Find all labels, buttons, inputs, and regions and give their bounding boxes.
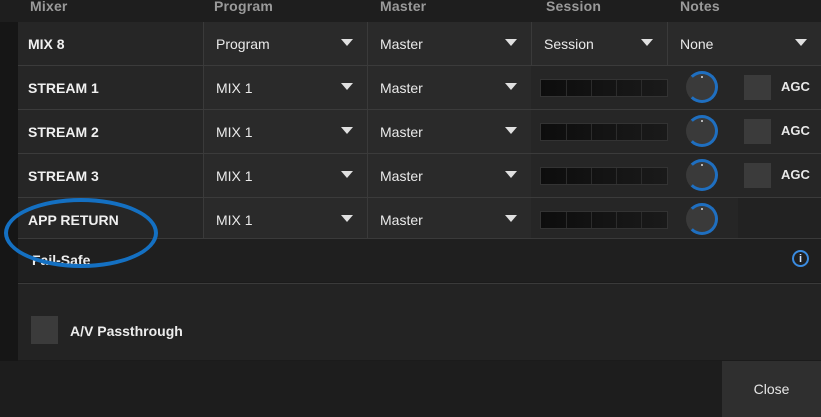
- audio-output-dialog: Mixer Program Master Session Notes MIX 8…: [0, 0, 821, 417]
- extra-dropdown[interactable]: None: [667, 22, 821, 65]
- chevron-down-icon: [341, 83, 353, 90]
- passthrough-section: A/V Passthrough: [18, 283, 821, 360]
- gain-knob[interactable]: [686, 203, 718, 235]
- source-value: MIX 1: [216, 79, 253, 96]
- source-dropdown[interactable]: MIX 1: [203, 66, 367, 109]
- chevron-down-icon: [505, 215, 517, 222]
- gain-knob[interactable]: [686, 71, 718, 103]
- failsafe-label: Fail-Safe: [32, 252, 91, 268]
- source-value: MIX 1: [216, 167, 253, 184]
- bus-dropdown[interactable]: Master: [367, 22, 531, 65]
- chevron-down-icon: [641, 39, 653, 46]
- mode-dropdown[interactable]: Session: [531, 22, 667, 65]
- row-name: STREAM 2: [28, 123, 99, 140]
- bus-value: Master: [380, 79, 423, 96]
- agc-checkbox[interactable]: [744, 75, 771, 100]
- agc-label: AGC: [781, 123, 810, 138]
- source-dropdown[interactable]: MIX 1: [203, 198, 367, 241]
- column-header-mixer: Mixer: [30, 0, 68, 14]
- source-value: MIX 1: [216, 123, 253, 140]
- info-icon[interactable]: i: [792, 250, 809, 267]
- row-name: STREAM 3: [28, 167, 99, 184]
- chevron-down-icon: [505, 127, 517, 134]
- level-meter: [540, 211, 668, 229]
- bus-dropdown[interactable]: Master: [367, 110, 531, 153]
- passthrough-checkbox[interactable]: [31, 316, 58, 344]
- level-meter: [540, 79, 668, 97]
- source-value: MIX 1: [216, 211, 253, 228]
- level-meter: [540, 123, 668, 141]
- bus-dropdown[interactable]: Master: [367, 198, 531, 241]
- table-row: APP RETURN MIX 1 Master: [18, 198, 821, 241]
- gain-knob[interactable]: [686, 159, 718, 191]
- dialog-footer: [0, 361, 821, 417]
- agc-checkbox[interactable]: [744, 163, 771, 188]
- level-meter: [540, 167, 668, 185]
- column-header-notes: Notes: [680, 0, 720, 14]
- source-dropdown[interactable]: Program: [203, 22, 367, 65]
- agc-checkbox[interactable]: [744, 119, 771, 144]
- left-gutter: [0, 22, 18, 361]
- bus-value: Master: [380, 123, 423, 140]
- source-value: Program: [216, 35, 270, 52]
- source-dropdown[interactable]: MIX 1: [203, 110, 367, 153]
- chevron-down-icon: [341, 215, 353, 222]
- bus-dropdown[interactable]: Master: [367, 66, 531, 109]
- table-row: STREAM 2 MIX 1 Master AGC: [18, 110, 821, 153]
- agc-label: AGC: [781, 167, 810, 182]
- chevron-down-icon: [505, 171, 517, 178]
- failsafe-section: Fail-Safe i: [18, 238, 821, 282]
- table-row: STREAM 1 MIX 1 Master AGC: [18, 66, 821, 109]
- chevron-down-icon: [341, 39, 353, 46]
- chevron-down-icon: [795, 39, 807, 46]
- bus-value: Master: [380, 211, 423, 228]
- row-name: APP RETURN: [28, 211, 119, 228]
- column-header-session: Session: [546, 0, 602, 14]
- row-name: MIX 8: [28, 35, 65, 52]
- table-row: MIX 8 Program Master Session None: [18, 22, 821, 65]
- extra-value: None: [680, 35, 714, 52]
- close-button[interactable]: Close: [722, 361, 821, 417]
- column-header-master: Master: [380, 0, 427, 14]
- row-name: STREAM 1: [28, 79, 99, 96]
- chevron-down-icon: [505, 39, 517, 46]
- bus-dropdown[interactable]: Master: [367, 154, 531, 197]
- bus-value: Master: [380, 167, 423, 184]
- table-row: STREAM 3 MIX 1 Master AGC: [18, 154, 821, 197]
- bus-value: Master: [380, 35, 423, 52]
- source-dropdown[interactable]: MIX 1: [203, 154, 367, 197]
- agc-label: AGC: [781, 79, 810, 94]
- empty-cell: [738, 198, 821, 241]
- gain-knob[interactable]: [686, 115, 718, 147]
- column-header-program: Program: [214, 0, 273, 14]
- chevron-down-icon: [341, 171, 353, 178]
- passthrough-label: A/V Passthrough: [70, 323, 183, 339]
- mode-value: Session: [544, 35, 594, 52]
- chevron-down-icon: [505, 83, 517, 90]
- column-header-strip: Mixer Program Master Session Notes: [0, 0, 821, 22]
- chevron-down-icon: [341, 127, 353, 134]
